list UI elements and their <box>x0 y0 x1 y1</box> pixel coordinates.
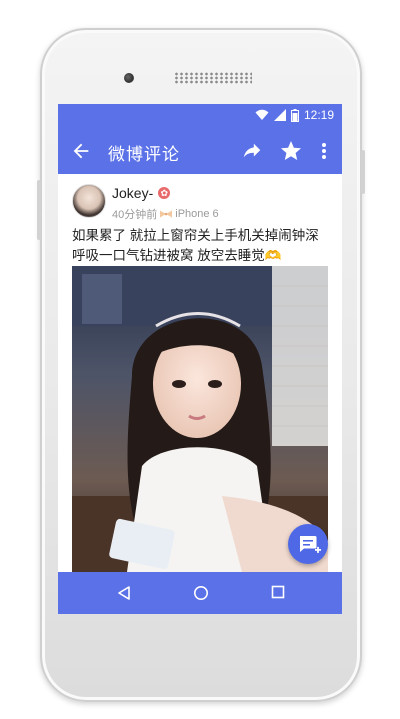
circle-home-icon[interactable] <box>193 585 209 601</box>
post-source: iPhone 6 <box>175 208 219 220</box>
comment-fab[interactable] <box>288 524 328 564</box>
power-button <box>361 150 365 194</box>
square-recent-icon[interactable] <box>271 585 285 599</box>
app-toolbar: 微博评论 <box>58 128 342 174</box>
signal-icon <box>273 109 286 121</box>
post-time: 40分钟前 <box>112 209 158 221</box>
arrow-left-icon[interactable] <box>70 140 92 162</box>
heart-hands-emoji: 🫶 <box>264 248 282 263</box>
weibo-post: Jokey- ✿ 40分钟前 iPhone 6 如果累了 就拉上窗帘关上手机关掉… <box>58 174 342 572</box>
system-nav-bar <box>58 572 342 614</box>
post-meta: 40分钟前 iPhone 6 <box>112 206 219 222</box>
page-title: 微博评论 <box>108 145 180 164</box>
post-text: 如果累了 就拉上窗帘关上手机关掉闹钟深呼吸一口气钻进被窝 放空去睡觉🫶 <box>72 226 330 266</box>
wifi-icon <box>255 109 269 120</box>
more-vertical-icon[interactable] <box>316 140 332 162</box>
avatar[interactable] <box>72 184 106 218</box>
star-icon[interactable] <box>279 139 303 163</box>
phone-screen: 12:19 微博评论 Jokey- ✿ 40分钟前 iPhone 6 如果累了 … <box>58 104 342 614</box>
user-badge-icon: ✿ <box>158 187 171 199</box>
earpiece-speaker <box>174 72 252 84</box>
status-bar: 12:19 <box>58 104 342 128</box>
front-camera <box>124 73 134 83</box>
author-name[interactable]: Jokey- <box>112 185 153 201</box>
volume-button <box>37 180 41 240</box>
triangle-back-icon[interactable] <box>116 585 132 601</box>
status-time: 12:19 <box>303 108 334 122</box>
bow-icon <box>160 210 173 218</box>
battery-icon <box>290 108 299 122</box>
comment-add-icon <box>300 536 321 553</box>
author-row: Jokey- ✿ <box>112 185 171 201</box>
share-icon[interactable] <box>241 140 263 162</box>
status-icons: 12:19 <box>255 108 334 122</box>
